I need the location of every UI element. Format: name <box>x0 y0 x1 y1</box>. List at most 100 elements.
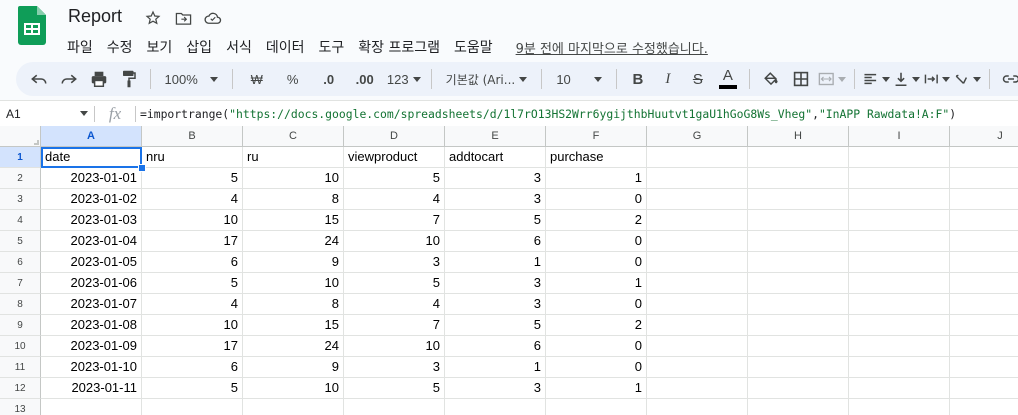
cell-e3[interactable]: 3 <box>445 189 546 210</box>
vertical-align-icon[interactable] <box>894 66 920 92</box>
cell-j3[interactable] <box>950 189 1018 210</box>
cell-c10[interactable]: 24 <box>243 336 344 357</box>
cell-c9[interactable]: 15 <box>243 315 344 336</box>
cell-b3[interactable]: 4 <box>142 189 243 210</box>
cell-i3[interactable] <box>849 189 950 210</box>
redo-icon[interactable] <box>56 66 82 92</box>
cell-a3[interactable]: 2023-01-02 <box>41 189 142 210</box>
cell-j2[interactable] <box>950 168 1018 189</box>
cell-i4[interactable] <box>849 210 950 231</box>
column-header-g[interactable]: G <box>647 126 748 147</box>
cell-j12[interactable] <box>950 378 1018 399</box>
cell-h12[interactable] <box>748 378 849 399</box>
cell-g9[interactable] <box>647 315 748 336</box>
menu-format[interactable]: 서식 <box>219 35 259 59</box>
column-header-h[interactable]: H <box>748 126 849 147</box>
cell-f6[interactable]: 0 <box>546 252 647 273</box>
column-header-e[interactable]: E <box>445 126 546 147</box>
cell-j9[interactable] <box>950 315 1018 336</box>
cell-a10[interactable]: 2023-01-09 <box>41 336 142 357</box>
cell-g4[interactable] <box>647 210 748 231</box>
cell-j8[interactable] <box>950 294 1018 315</box>
column-header-a[interactable]: A <box>41 126 142 147</box>
cell-b5[interactable]: 17 <box>142 231 243 252</box>
cell-h3[interactable] <box>748 189 849 210</box>
cell-f7[interactable]: 1 <box>546 273 647 294</box>
cell-h5[interactable] <box>748 231 849 252</box>
column-header-b[interactable]: B <box>142 126 243 147</box>
cell-g8[interactable] <box>647 294 748 315</box>
cell-i5[interactable] <box>849 231 950 252</box>
fill-handle[interactable] <box>138 164 146 172</box>
spreadsheet-grid[interactable]: A B C D E F G H I J 1 date nru ru viewproduct addtocart… <box>0 126 1018 415</box>
increase-decimal-button[interactable]: .00 <box>349 66 381 92</box>
cell-i6[interactable] <box>849 252 950 273</box>
cell-a8[interactable]: 2023-01-07 <box>41 294 142 315</box>
cloud-status-icon[interactable] <box>203 9 223 27</box>
horizontal-align-icon[interactable] <box>863 66 890 92</box>
cell-e13[interactable] <box>445 399 546 415</box>
zoom-select[interactable]: 100% <box>159 66 224 92</box>
strikethrough-button[interactable]: S <box>685 66 711 92</box>
cell-f5[interactable]: 0 <box>546 231 647 252</box>
text-wrap-icon[interactable] <box>924 66 951 92</box>
cell-f1[interactable]: purchase <box>546 147 647 168</box>
cell-g2[interactable] <box>647 168 748 189</box>
cell-a11[interactable]: 2023-01-10 <box>41 357 142 378</box>
menu-tools[interactable]: 도구 <box>311 35 351 59</box>
cell-b7[interactable]: 5 <box>142 273 243 294</box>
text-rotation-icon[interactable] <box>954 66 982 92</box>
cell-j1[interactable] <box>950 147 1018 168</box>
menu-help[interactable]: 도움말 <box>447 35 500 59</box>
cell-e9[interactable]: 5 <box>445 315 546 336</box>
cell-g6[interactable] <box>647 252 748 273</box>
cell-d8[interactable]: 4 <box>344 294 445 315</box>
cell-a7[interactable]: 2023-01-06 <box>41 273 142 294</box>
menu-data[interactable]: 데이터 <box>259 35 312 59</box>
star-icon[interactable] <box>143 9 163 27</box>
number-format-select[interactable]: 123 <box>385 66 423 92</box>
cell-i13[interactable] <box>849 399 950 415</box>
cell-h2[interactable] <box>748 168 849 189</box>
borders-icon[interactable] <box>788 66 814 92</box>
row-header[interactable]: 8 <box>0 294 41 315</box>
cell-c2[interactable]: 10 <box>243 168 344 189</box>
cell-h7[interactable] <box>748 273 849 294</box>
move-folder-icon[interactable] <box>173 9 193 27</box>
cell-i11[interactable] <box>849 357 950 378</box>
menu-extensions[interactable]: 확장 프로그램 <box>351 35 447 59</box>
menu-insert[interactable]: 삽입 <box>179 35 219 59</box>
decrease-decimal-button[interactable]: .0 <box>313 66 345 92</box>
cell-f10[interactable]: 0 <box>546 336 647 357</box>
cell-h13[interactable] <box>748 399 849 415</box>
cell-c5[interactable]: 24 <box>243 231 344 252</box>
cell-d6[interactable]: 3 <box>344 252 445 273</box>
cell-e8[interactable]: 3 <box>445 294 546 315</box>
cell-b4[interactable]: 10 <box>142 210 243 231</box>
cell-a12[interactable]: 2023-01-11 <box>41 378 142 399</box>
merge-cells-icon[interactable] <box>818 66 847 92</box>
cell-j13[interactable] <box>950 399 1018 415</box>
cell-h6[interactable] <box>748 252 849 273</box>
cell-f12[interactable]: 1 <box>546 378 647 399</box>
cell-d4[interactable]: 7 <box>344 210 445 231</box>
cell-j7[interactable] <box>950 273 1018 294</box>
row-header[interactable]: 12 <box>0 378 41 399</box>
document-title[interactable]: Report <box>68 6 122 27</box>
column-header-f[interactable]: F <box>546 126 647 147</box>
cell-d7[interactable]: 5 <box>344 273 445 294</box>
cell-g10[interactable] <box>647 336 748 357</box>
row-header[interactable]: 4 <box>0 210 41 231</box>
cell-c7[interactable]: 10 <box>243 273 344 294</box>
currency-format-button[interactable]: ₩ <box>241 66 273 92</box>
cell-i9[interactable] <box>849 315 950 336</box>
cell-f11[interactable]: 0 <box>546 357 647 378</box>
cell-b12[interactable]: 5 <box>142 378 243 399</box>
cell-h8[interactable] <box>748 294 849 315</box>
cell-b1[interactable]: nru <box>142 147 243 168</box>
cell-e12[interactable]: 3 <box>445 378 546 399</box>
cell-i7[interactable] <box>849 273 950 294</box>
cell-c12[interactable]: 10 <box>243 378 344 399</box>
cell-f9[interactable]: 2 <box>546 315 647 336</box>
cell-i10[interactable] <box>849 336 950 357</box>
